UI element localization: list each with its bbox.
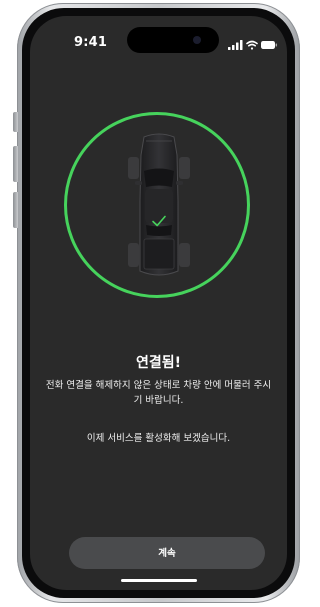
status-time: 9:41	[74, 35, 108, 50]
volume-down-button	[13, 192, 18, 228]
continue-button[interactable]: 계속	[69, 537, 265, 569]
car-icon	[128, 133, 190, 276]
connected-title: 연결됨!	[135, 355, 182, 371]
check-icon	[152, 215, 166, 227]
volume-up-button	[13, 146, 18, 182]
camera-dot	[193, 36, 201, 44]
activation-message: 이제 서비스를 활성화해 보겠습니다.	[86, 433, 231, 444]
signal-icon	[228, 40, 243, 50]
phone-screen: 9:41 연결됨! 전화 연결을 해제하지 않은 상태로 차량 안에 머물러 주…	[30, 16, 287, 590]
home-indicator[interactable]	[121, 579, 197, 582]
wifi-icon	[246, 40, 258, 50]
stay-in-car-message: 전화 연결을 해제하지 않은 상태로 차량 안에 머물러 주시기 바랍니다.	[45, 380, 272, 406]
action-button	[13, 112, 18, 132]
battery-icon	[261, 41, 277, 49]
status-icons	[228, 36, 278, 50]
dynamic-island	[127, 27, 219, 53]
